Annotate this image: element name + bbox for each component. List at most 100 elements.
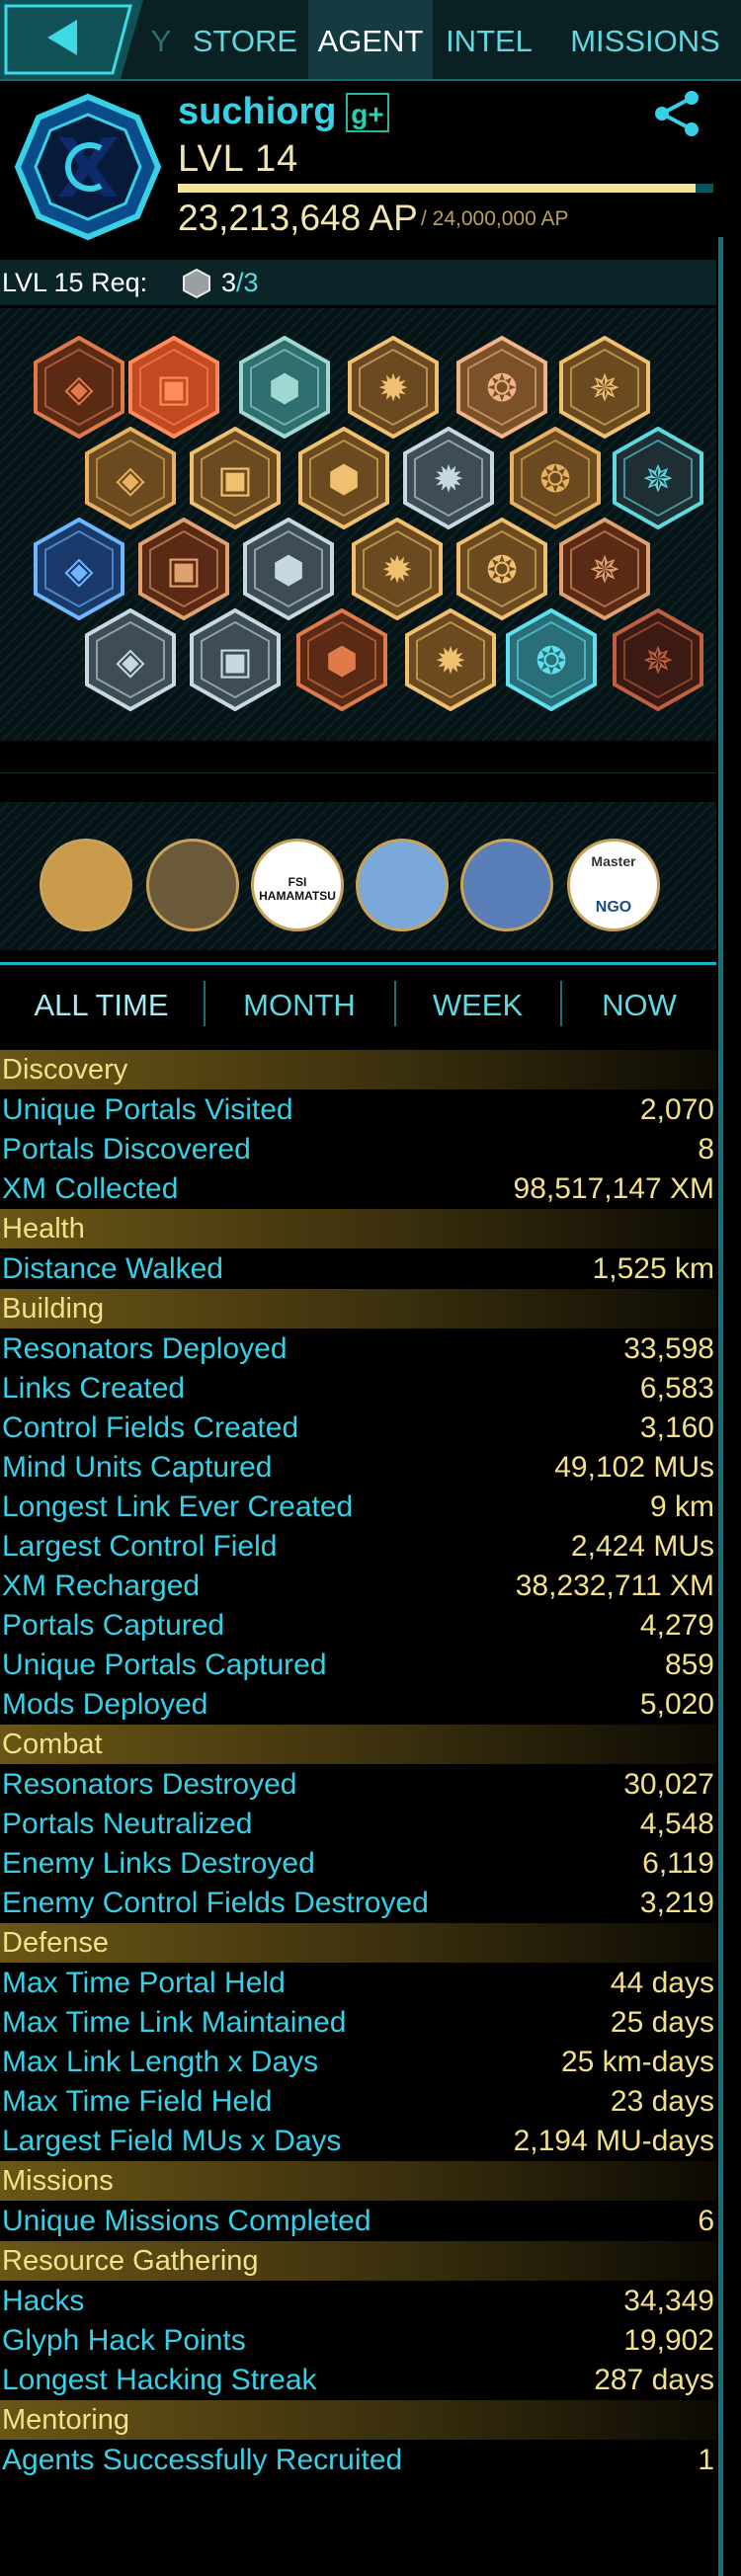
mission-badge[interactable] (460, 839, 553, 931)
stat-value: 6 (698, 2205, 714, 2237)
badge-medal-icon[interactable]: ❂ (510, 426, 601, 530)
mission-badge[interactable] (40, 839, 132, 931)
svg-text:◈: ◈ (116, 639, 145, 683)
badge-medal-icon[interactable]: ⬢ (239, 335, 330, 440)
stat-label: Resonators Destroyed (2, 1768, 297, 1801)
badge-medal-icon[interactable]: ▣ (128, 335, 219, 440)
agent-name: suchiorg (178, 91, 337, 132)
stat-value: 2,424 MUs (570, 1530, 714, 1563)
stat-row: Mind Units Captured 49,102 MUs (0, 1448, 716, 1488)
back-button[interactable] (0, 0, 143, 79)
stat-label: XM Collected (2, 1172, 179, 1205)
stat-value: 5,020 (639, 1688, 714, 1721)
tab-store[interactable]: STORE (184, 0, 306, 79)
stat-value: 4,548 (639, 1808, 714, 1840)
stat-row: Portals Captured 4,279 (0, 1606, 716, 1646)
badge-medal-icon[interactable]: ⬢ (296, 607, 387, 712)
tab-week[interactable]: WEEK (396, 986, 559, 1025)
section-header: Combat (0, 1725, 716, 1764)
badge-medal-icon[interactable]: ◈ (85, 426, 176, 530)
svg-text:✵: ✵ (589, 366, 620, 410)
badge-medal-icon[interactable]: ✵ (559, 517, 650, 621)
section-header: Defense (0, 1923, 716, 1963)
tab-agent[interactable]: AGENT (308, 0, 433, 79)
mission-badge[interactable] (146, 839, 239, 931)
badge-medal-icon[interactable]: ✹ (348, 335, 439, 440)
mission-badge[interactable] (356, 839, 449, 931)
badge-medal-icon[interactable]: ❂ (506, 607, 597, 712)
tab-partial[interactable]: Y (146, 0, 176, 79)
stat-label: XM Recharged (2, 1570, 201, 1602)
stat-value: 859 (664, 1649, 714, 1681)
svg-text:✵: ✵ (589, 548, 620, 592)
stat-label: Links Created (2, 1372, 186, 1405)
stat-label: Enemy Control Fields Destroyed (2, 1887, 429, 1919)
badge-medal-icon[interactable]: ▣ (190, 607, 281, 712)
share-icon[interactable] (652, 89, 701, 138)
stat-value: 3,219 (639, 1887, 714, 1919)
stat-label: Max Time Field Held (2, 2085, 273, 2118)
ap-progress-fill (178, 184, 697, 193)
ap-progress-bar (178, 184, 713, 193)
tab-month[interactable]: MONTH (206, 986, 393, 1025)
stat-row: Max Link Length x Days 25 km-days (0, 2043, 716, 2082)
stat-row: Longest Link Ever Created 9 km (0, 1488, 716, 1527)
badge-medal-icon[interactable]: ▣ (138, 517, 229, 621)
back-arrow-icon (0, 0, 143, 79)
stat-row: Agents Successfully Recruited 1 (0, 2441, 716, 2480)
mission-sublabel: NGO (595, 899, 632, 916)
requirement-label: LVL 15 Req: (2, 268, 148, 297)
tab-missions[interactable]: MISSIONS (549, 0, 741, 79)
stat-label: Max Time Portal Held (2, 1967, 286, 1999)
stat-label: Agents Successfully Recruited (2, 2444, 403, 2476)
section-header: Health (0, 1209, 716, 1248)
stat-row: Enemy Links Destroyed 6,119 (0, 1844, 716, 1884)
stat-row: Glyph Hack Points 19,902 (0, 2321, 716, 2361)
scrollbar[interactable] (718, 237, 723, 2576)
mission-label: Master (591, 853, 636, 869)
mission-label: FSI HAMAMATSU (259, 875, 336, 903)
badge-medal-icon[interactable]: ✵ (559, 335, 650, 440)
mission-strip: FSI HAMAMATSU Master NGO (0, 802, 716, 950)
stat-value: 8 (698, 1133, 714, 1166)
badge-medal-icon[interactable]: ❂ (456, 517, 547, 621)
tab-separator (0, 962, 716, 965)
badge-medal-icon[interactable]: ❂ (456, 335, 547, 440)
badge-medal-icon[interactable]: ⬢ (243, 517, 334, 621)
stat-row: XM Collected 98,517,147 XM (0, 1169, 716, 1209)
stat-label: Portals Captured (2, 1609, 225, 1642)
stat-row: Longest Hacking Streak 287 days (0, 2361, 716, 2400)
stat-value: 4,279 (639, 1609, 714, 1642)
svg-text:⬢: ⬢ (327, 457, 360, 501)
stat-label: Mind Units Captured (2, 1451, 273, 1484)
stat-row: Enemy Control Fields Destroyed 3,219 (0, 1884, 716, 1923)
tab-now[interactable]: NOW (562, 986, 716, 1025)
stat-label: Unique Portals Visited (2, 1093, 293, 1126)
stat-row: Unique Missions Completed 6 (0, 2202, 716, 2241)
badge-medal-icon[interactable]: ◈ (34, 335, 124, 440)
stat-label: Mods Deployed (2, 1688, 208, 1721)
mission-badge[interactable]: Master NGO (567, 839, 660, 931)
ap-max: / 24,000,000 AP (421, 207, 569, 230)
svg-text:▣: ▣ (166, 548, 202, 592)
stat-row: Largest Field MUs x Days 2,194 MU-days (0, 2122, 716, 2161)
badge-medal-icon[interactable]: ✹ (405, 607, 496, 712)
badge-medal-icon[interactable]: ◈ (85, 607, 176, 712)
stat-value: 2,070 (639, 1093, 714, 1126)
badge-grid: ◈ ▣ ⬢ ✹ ❂ ✵ ◈ ▣ ⬢ ✹ ❂ ✵ ◈ ▣ ⬢ ✹ ❂ ✵ ◈ ▣ ⬢ ✹ ❂ ✵ (0, 308, 716, 741)
svg-text:⬢: ⬢ (272, 548, 304, 592)
badge-medal-icon[interactable]: ⬢ (298, 426, 389, 530)
badge-medal-icon[interactable]: ▣ (190, 426, 281, 530)
badge-medal-icon[interactable]: ✹ (403, 426, 494, 530)
tab-intel[interactable]: INTEL (435, 0, 543, 79)
badge-medal-icon[interactable]: ◈ (34, 517, 124, 621)
mission-badge[interactable]: FSI HAMAMATSU (251, 839, 344, 931)
stat-label: Glyph Hack Points (2, 2324, 246, 2357)
stat-value: 44 days (610, 1967, 714, 1999)
badge-medal-icon[interactable]: ✹ (352, 517, 443, 621)
google-plus-icon[interactable]: g+ (346, 93, 389, 132)
svg-text:❂: ❂ (486, 366, 518, 410)
tab-all-time[interactable]: ALL TIME (0, 986, 203, 1025)
badge-medal-icon[interactable]: ✵ (613, 426, 703, 530)
badge-medal-icon[interactable]: ✵ (613, 607, 703, 712)
